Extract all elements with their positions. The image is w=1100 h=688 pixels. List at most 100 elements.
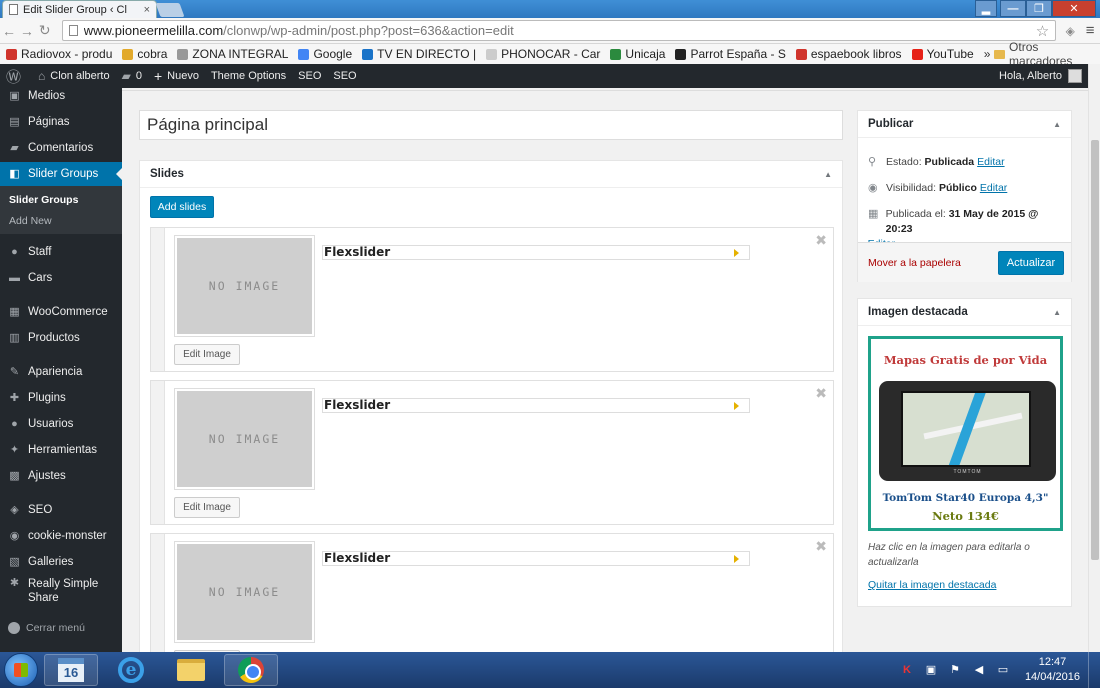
bookmark-star-icon[interactable]: ☆ <box>1036 22 1049 40</box>
submenu-add-new[interactable]: Add New <box>9 215 52 227</box>
bookmark-item[interactable]: Unicaja <box>610 47 665 61</box>
featured-image-heading: Imagen destacada <box>868 306 968 318</box>
close-window-button[interactable]: ✕ <box>1052 0 1096 17</box>
address-bar[interactable]: www.pioneermelilla.com/clonwp/wp-admin/p… <box>61 20 1057 41</box>
scrollbar-thumb[interactable] <box>1091 140 1099 560</box>
menu-icon[interactable]: ≡ <box>1080 22 1100 39</box>
add-slides-button[interactable]: Add slides <box>150 196 214 218</box>
collapse-menu-button[interactable]: Cerrar menú <box>8 622 85 634</box>
edit-status-link[interactable]: Editar <box>977 156 1004 168</box>
profile-icon[interactable]: ▂ <box>975 0 997 17</box>
slide-thumbnail[interactable]: NO IMAGE <box>174 541 315 643</box>
bookmark-item[interactable]: Parrot España - S <box>675 47 786 61</box>
forward-icon[interactable]: → <box>18 23 36 39</box>
submenu-slider-groups[interactable]: Slider Groups <box>9 194 78 206</box>
sidebar-item-usuarios[interactable]: ● Usuarios <box>0 412 122 436</box>
bookmark-item[interactable]: YouTube <box>911 47 974 61</box>
new-tab-button[interactable] <box>155 3 185 17</box>
close-tab-icon[interactable]: × <box>144 4 150 16</box>
bookmark-item[interactable]: cobra <box>122 47 167 61</box>
drag-handle[interactable] <box>151 228 165 371</box>
sidebar-item-galleries[interactable]: ▧ Galleries <box>0 550 122 574</box>
network-icon[interactable]: ▣ <box>924 663 938 677</box>
account-menu[interactable]: Hola, Alberto <box>999 69 1088 83</box>
volume-icon[interactable]: ◀ <box>972 663 986 677</box>
maximize-button[interactable]: ❐ <box>1026 0 1052 17</box>
sidebar-item-really-simple[interactable]: ✱ Really Simple Share <box>0 577 122 607</box>
toggle-arrow-icon[interactable]: ▲ <box>1053 120 1061 129</box>
slide-type-select[interactable]: Flexslider <box>322 245 750 260</box>
remove-featured-image-link[interactable]: Quitar la imagen destacada <box>868 579 996 591</box>
new-content-link[interactable]: + Nuevo <box>148 68 205 84</box>
edit-visibility-link[interactable]: Editar <box>980 182 1007 194</box>
dropdown-arrow-icon <box>734 249 739 257</box>
slide-type-select[interactable]: Flexslider <box>322 398 750 413</box>
sidebar-item-seo[interactable]: ◈ SEO <box>0 498 122 522</box>
users-icon: ● <box>11 418 18 430</box>
page-scrollbar[interactable] <box>1088 64 1100 652</box>
toggle-arrow-icon[interactable]: ▲ <box>1053 308 1061 317</box>
sidebar-item-p-ginas[interactable]: ▤ Páginas <box>0 110 122 134</box>
move-to-trash-link[interactable]: Mover a la papelera <box>868 257 961 269</box>
bookmark-item[interactable]: Radiovox - produ <box>6 47 112 61</box>
toggle-arrow-icon[interactable]: ▲ <box>824 170 832 179</box>
sidebar-item-productos[interactable]: ▥ Productos <box>0 326 122 350</box>
sidebar-item-comentarios[interactable]: ▰ Comentarios <box>0 136 122 160</box>
remove-slide-icon[interactable]: ✖ <box>815 538 827 555</box>
dropdown-arrow-icon <box>734 555 739 563</box>
sidebar-item-apariencia[interactable]: ✎ Apariencia <box>0 360 122 384</box>
chrome-app[interactable] <box>224 654 278 686</box>
sidebar-item-cookie-monster[interactable]: ◉ cookie-monster <box>0 524 122 548</box>
flag-icon[interactable]: ⚑ <box>948 663 962 677</box>
more-bookmarks-button[interactable]: » <box>984 47 991 61</box>
antivirus-icon[interactable]: K <box>900 663 914 677</box>
remove-slide-icon[interactable]: ✖ <box>815 385 827 402</box>
publish-header[interactable]: Publicar ▲ <box>858 111 1071 138</box>
post-title-input[interactable]: Página principal <box>139 110 843 140</box>
url-text[interactable]: www.pioneermelilla.com/clonwp/wp-admin/p… <box>84 23 1036 38</box>
file-explorer-app[interactable] <box>164 654 218 686</box>
remove-slide-icon[interactable]: ✖ <box>815 232 827 249</box>
featured-image-header[interactable]: Imagen destacada ▲ <box>858 299 1071 326</box>
bookmark-item[interactable]: PHONOCAR - Car <box>486 47 600 61</box>
edit-image-button[interactable]: Edit Image <box>174 344 240 365</box>
sidebar-item-ajustes[interactable]: ▩ Ajustes <box>0 464 122 488</box>
sidebar-item-medios[interactable]: ▣ Medios <box>0 84 122 108</box>
featured-image[interactable]: Mapas Gratis de por Vida TOMTOM TomTom S… <box>868 336 1063 531</box>
theme-options-link[interactable]: Theme Options <box>205 70 292 82</box>
comments-link[interactable]: ▰ 0 <box>116 69 148 83</box>
bookmark-item[interactable]: espaebook libros <box>795 47 902 61</box>
slide-thumbnail[interactable]: NO IMAGE <box>174 235 315 337</box>
sidebar-item-plugins[interactable]: ✚ Plugins <box>0 386 122 410</box>
back-icon[interactable]: ← <box>0 23 18 39</box>
bookmark-item[interactable]: ZONA INTEGRAL <box>177 47 288 61</box>
bookmarks-bar: Radiovox - produ cobra ZONA INTEGRAL Google… <box>0 40 1100 68</box>
internet-explorer-app[interactable]: e <box>104 654 158 686</box>
browser-tab[interactable]: Edit Slider Group ‹ Cl × <box>2 0 157 18</box>
site-name-link[interactable]: ⌂ Clon alberto <box>32 69 116 83</box>
reload-icon[interactable]: ↻ <box>36 22 54 39</box>
drag-handle[interactable] <box>151 381 165 524</box>
calendar-app[interactable]: 16 <box>44 654 98 686</box>
slide-thumbnail[interactable]: NO IMAGE <box>174 388 315 490</box>
edit-image-button[interactable]: Edit Image <box>174 497 240 518</box>
display-icon[interactable]: ▭ <box>996 663 1010 677</box>
minimize-button[interactable]: — <box>1000 0 1026 17</box>
drag-handle[interactable] <box>151 534 165 652</box>
slides-header[interactable]: Slides ▲ <box>140 161 842 188</box>
seo-link-2[interactable]: SEO <box>327 70 362 82</box>
bookmark-item[interactable]: TV EN DIRECTO | <box>362 47 476 61</box>
sidebar-item-staff[interactable]: ● Staff <box>0 240 122 264</box>
sidebar-item-herramientas[interactable]: ✦ Herramientas <box>0 438 122 462</box>
start-button[interactable] <box>4 653 38 687</box>
sidebar-item-woocommerce[interactable]: ▦ WooCommerce <box>0 300 122 324</box>
seo-link-1[interactable]: SEO <box>292 70 327 82</box>
extension-icon[interactable]: ◈ <box>1060 24 1080 38</box>
update-button[interactable]: Actualizar <box>998 251 1064 275</box>
sidebar-item-cars[interactable]: ▬ Cars <box>0 266 122 290</box>
show-desktop-button[interactable] <box>1088 652 1100 688</box>
slide-type-select[interactable]: Flexslider <box>322 551 750 566</box>
clock[interactable]: 12:47 14/04/2016 <box>1025 655 1080 685</box>
bookmark-item[interactable]: Google <box>298 47 352 61</box>
sidebar-item-slider-groups[interactable]: ◧ Slider Groups <box>0 162 122 186</box>
